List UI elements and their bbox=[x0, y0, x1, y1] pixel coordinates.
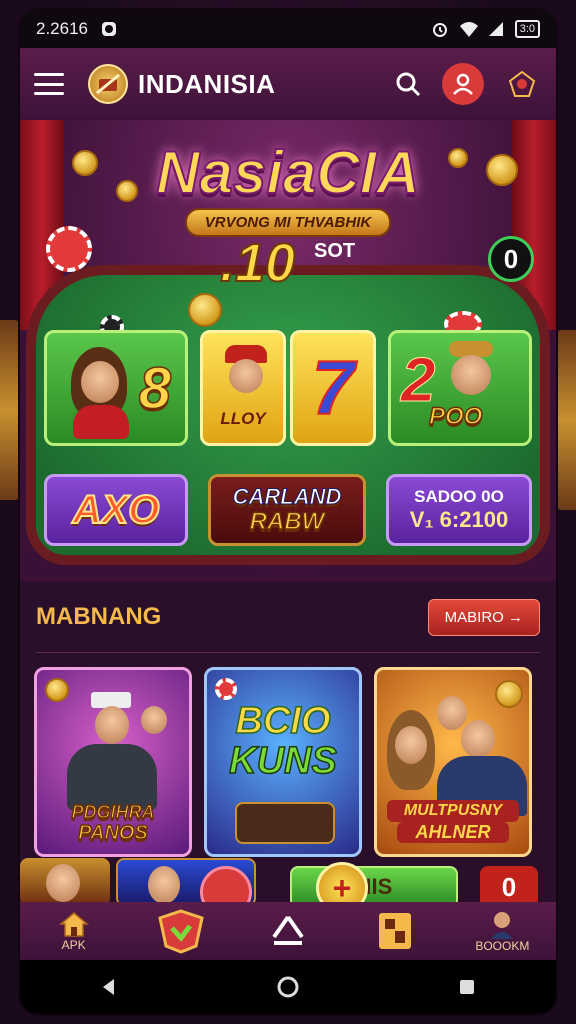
slot-reels-icon bbox=[235, 802, 335, 844]
grid-icon bbox=[379, 913, 412, 949]
see-more-button[interactable]: MABIRO → bbox=[427, 598, 540, 636]
coin-icon bbox=[72, 150, 98, 176]
tile-label: SADOO 0O bbox=[414, 487, 504, 506]
tile-label: RABW bbox=[249, 508, 325, 536]
hero-banner: NasiaCIA VRVONG MI THVABHIK .10 SOT 0 8 … bbox=[20, 120, 556, 582]
card-title: BCIO bbox=[235, 699, 332, 743]
phone-screen: 2.2616 3:0 INDANISIA NasiaCIA VRVONG MI … bbox=[20, 10, 556, 1014]
hamburger-menu-icon[interactable] bbox=[34, 73, 64, 95]
section-header: MABNANG MABIRO → bbox=[20, 582, 556, 652]
search-icon[interactable] bbox=[388, 64, 428, 104]
share-icon bbox=[272, 915, 304, 945]
nav-label-booookm: BOOOKM bbox=[475, 939, 530, 953]
tile-glyph: 8 bbox=[138, 355, 172, 422]
jackpot-amount: .10 bbox=[219, 232, 296, 294]
app-title: INDANISIA bbox=[138, 68, 276, 99]
avatar bbox=[141, 706, 167, 734]
battery-indicator: 3:0 bbox=[514, 20, 540, 38]
tile-label: 0 bbox=[501, 871, 517, 902]
game-card-bcio[interactable]: BCIO KUNS bbox=[204, 667, 362, 857]
avatar bbox=[437, 696, 467, 730]
nav-item-shield[interactable] bbox=[131, 902, 231, 960]
game-card-multpusny[interactable]: MULTPUSNY AHLNER bbox=[374, 667, 532, 857]
coin-icon bbox=[495, 680, 523, 708]
avatar bbox=[148, 866, 180, 904]
profile-button[interactable] bbox=[442, 63, 484, 105]
game-card-pdgihra[interactable]: PDGIHRA PANOS bbox=[34, 667, 192, 857]
game-tile-seven[interactable]: 7 bbox=[290, 330, 376, 446]
banner-title: NasiaCIA bbox=[155, 139, 420, 207]
tile-label: LLOY bbox=[220, 409, 266, 428]
zero-badge[interactable]: 0 bbox=[488, 236, 534, 282]
app-bar: INDANISIA bbox=[20, 48, 556, 120]
card-subtitle: KUNS bbox=[228, 739, 337, 783]
background-slot-machine-right bbox=[554, 330, 576, 510]
game-tile-sadoo[interactable]: SADOO 0O V₁ 6:2100 bbox=[386, 474, 532, 546]
card-subtitle: AHLNER bbox=[397, 822, 509, 843]
avatar bbox=[81, 361, 119, 403]
gift-icon[interactable] bbox=[502, 64, 542, 104]
nav-item-grid[interactable] bbox=[345, 902, 445, 960]
game-tile-axo[interactable]: AXO bbox=[44, 474, 188, 546]
nav-item-apk[interactable]: APK bbox=[24, 902, 124, 960]
status-time: 2.2616 bbox=[36, 19, 88, 38]
avatar bbox=[46, 864, 80, 902]
game-tile-character[interactable]: LLOY bbox=[200, 330, 286, 446]
coin-icon bbox=[116, 180, 138, 202]
tile-label: AXO bbox=[72, 487, 161, 533]
card-title: PDGIHRA bbox=[71, 801, 156, 823]
notification-icon bbox=[100, 20, 118, 38]
card-title: MULTPUSNY bbox=[387, 800, 519, 822]
wifi-icon bbox=[459, 20, 478, 38]
back-icon[interactable] bbox=[89, 967, 129, 1007]
nav-item-center[interactable] bbox=[238, 902, 338, 960]
logo-icon bbox=[88, 64, 128, 104]
home-circle-icon[interactable] bbox=[268, 967, 308, 1007]
avatar bbox=[451, 355, 491, 395]
more-games-row: NIS + 0 bbox=[20, 858, 556, 918]
tile-label: V₁ 6:2100 bbox=[409, 507, 509, 532]
coin-icon bbox=[188, 293, 222, 327]
recents-icon[interactable] bbox=[447, 967, 487, 1007]
tile-glyph: 7 bbox=[311, 345, 355, 432]
poker-chip-icon bbox=[215, 678, 237, 700]
home-icon bbox=[58, 912, 89, 937]
alarm-icon bbox=[431, 20, 449, 38]
tile-label: POO bbox=[428, 402, 483, 431]
slot-label: SOT bbox=[314, 240, 356, 262]
shield-icon bbox=[158, 909, 204, 954]
poker-chip-icon bbox=[46, 226, 92, 272]
nav-label-apk: APK bbox=[61, 938, 86, 952]
mini-game-tile[interactable] bbox=[20, 858, 110, 906]
game-tile-carland[interactable]: CARLAND RABW bbox=[208, 474, 366, 546]
avatar bbox=[461, 720, 495, 758]
signal-icon bbox=[487, 20, 505, 38]
game-card-list: PDGIHRA PANOS BCIO KUNS MULTPUSNY AHLNER bbox=[20, 653, 556, 857]
tile-label: CARLAND bbox=[232, 484, 342, 509]
game-tile-lady[interactable]: 8 bbox=[44, 330, 188, 446]
user-icon bbox=[453, 73, 473, 95]
card-subtitle: PANOS bbox=[77, 821, 148, 845]
section-title: MABNANG bbox=[36, 603, 162, 630]
coin-icon bbox=[448, 148, 468, 168]
background-slot-machine-left bbox=[0, 320, 22, 500]
avatar bbox=[229, 359, 263, 393]
status-bar: 2.2616 3:0 bbox=[20, 10, 556, 48]
coin-icon bbox=[45, 678, 69, 702]
avatar bbox=[395, 726, 427, 764]
system-navigation-bar bbox=[20, 960, 556, 1014]
bottom-nav: APK BOOOKM bbox=[20, 902, 556, 960]
game-tile-pirate[interactable]: 2 POO bbox=[388, 330, 532, 446]
coin-icon bbox=[486, 154, 518, 186]
nav-item-booookm[interactable]: BOOOKM bbox=[452, 902, 552, 960]
profile-avatar-icon bbox=[491, 912, 514, 939]
avatar bbox=[95, 706, 129, 744]
game-banner: NasiaCIA VRVONG MI THVABHIK bbox=[150, 139, 426, 240]
